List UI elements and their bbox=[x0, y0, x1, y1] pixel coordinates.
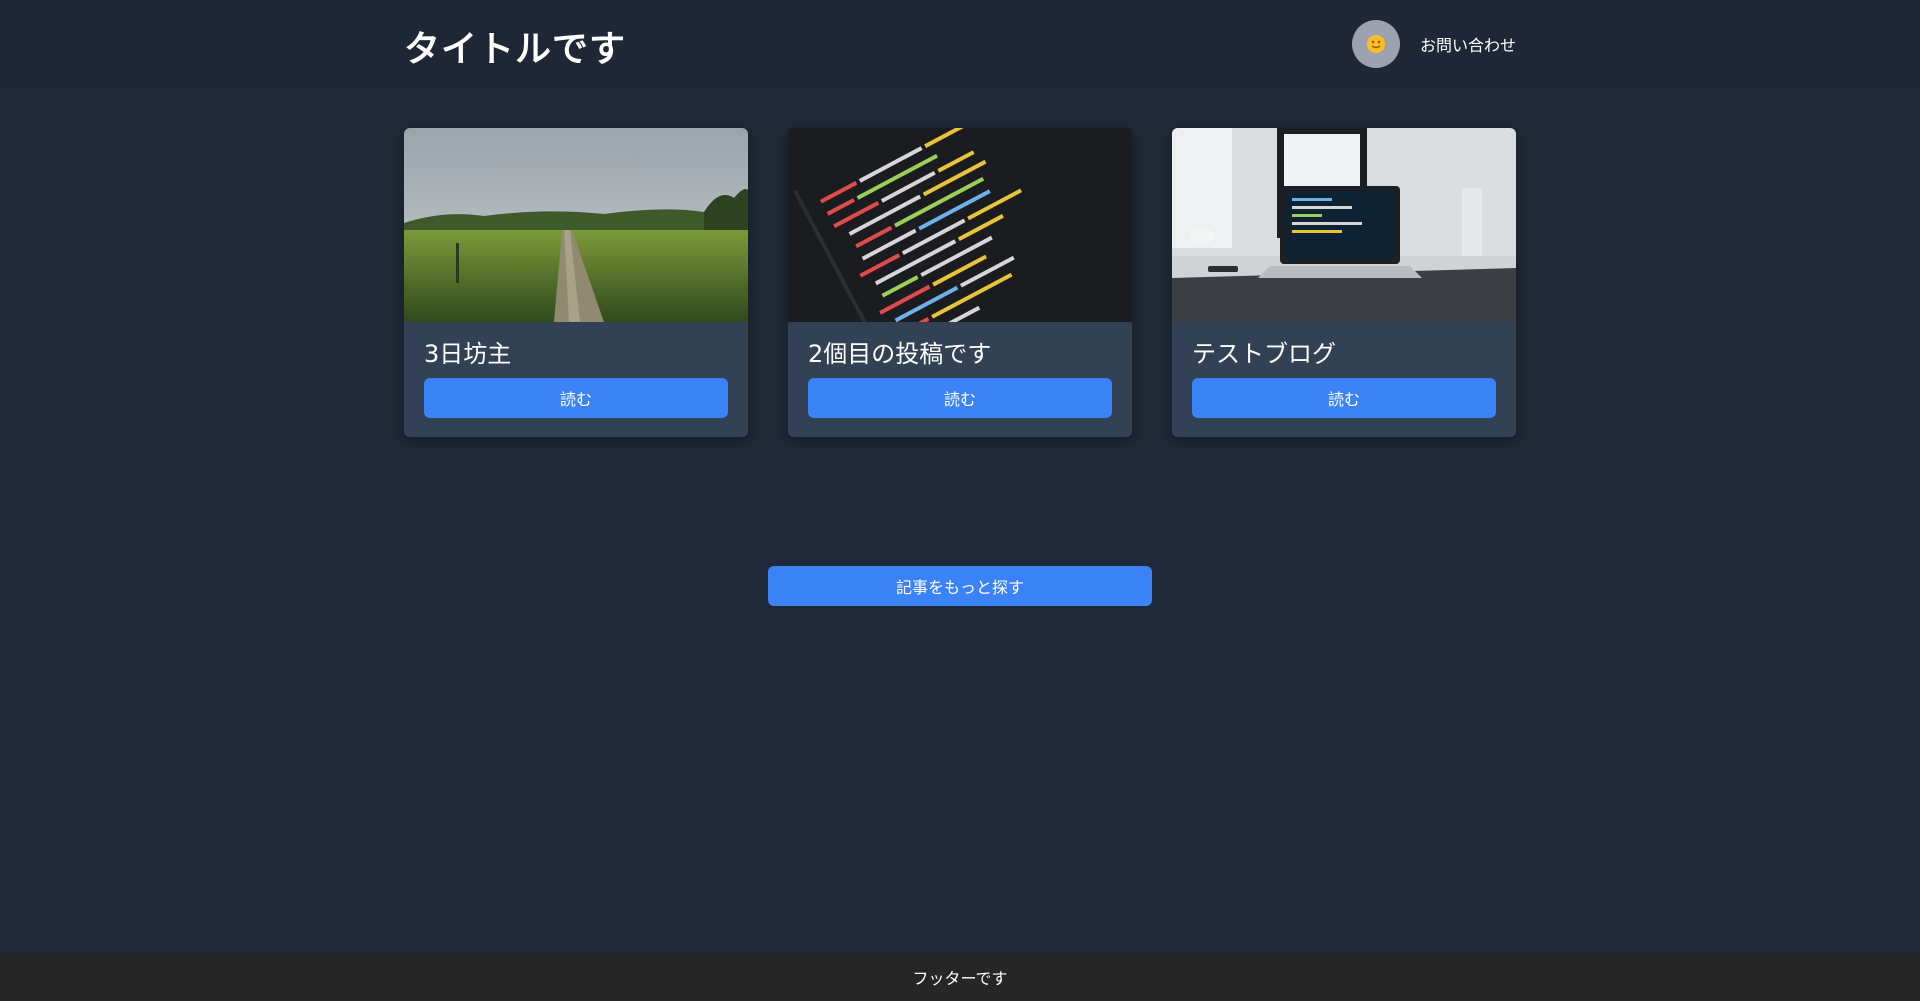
sun-face-icon bbox=[1367, 35, 1385, 53]
site-title[interactable]: タイトルです bbox=[404, 20, 626, 72]
post-card-list: 3日坊主 読む 2個目の投稿です 読む テストブログ 読む bbox=[404, 128, 1516, 437]
find-more-articles-button[interactable]: 記事をもっと探す bbox=[768, 566, 1152, 606]
rice-field-path-photo bbox=[404, 128, 748, 322]
read-button[interactable]: 読む bbox=[1192, 378, 1496, 418]
post-title: 3日坊主 bbox=[424, 340, 512, 368]
avatar[interactable] bbox=[1352, 20, 1400, 68]
footer-text: フッターです bbox=[912, 969, 1008, 988]
post-title: 2個目の投稿です bbox=[808, 340, 992, 368]
post-card: テストブログ 読む bbox=[1172, 128, 1516, 437]
site-footer: フッターです bbox=[0, 953, 1920, 1001]
site-header: タイトルです お問い合わせ bbox=[0, 0, 1920, 88]
read-button[interactable]: 読む bbox=[808, 378, 1112, 418]
post-title: テストブログ bbox=[1192, 340, 1336, 368]
laptop-on-desk-photo bbox=[1172, 128, 1516, 322]
code-on-screen-photo bbox=[788, 128, 1132, 322]
post-card: 2個目の投稿です 読む bbox=[788, 128, 1132, 437]
post-card: 3日坊主 読む bbox=[404, 128, 748, 437]
read-button[interactable]: 読む bbox=[424, 378, 728, 418]
contact-link[interactable]: お問い合わせ bbox=[1420, 32, 1516, 56]
